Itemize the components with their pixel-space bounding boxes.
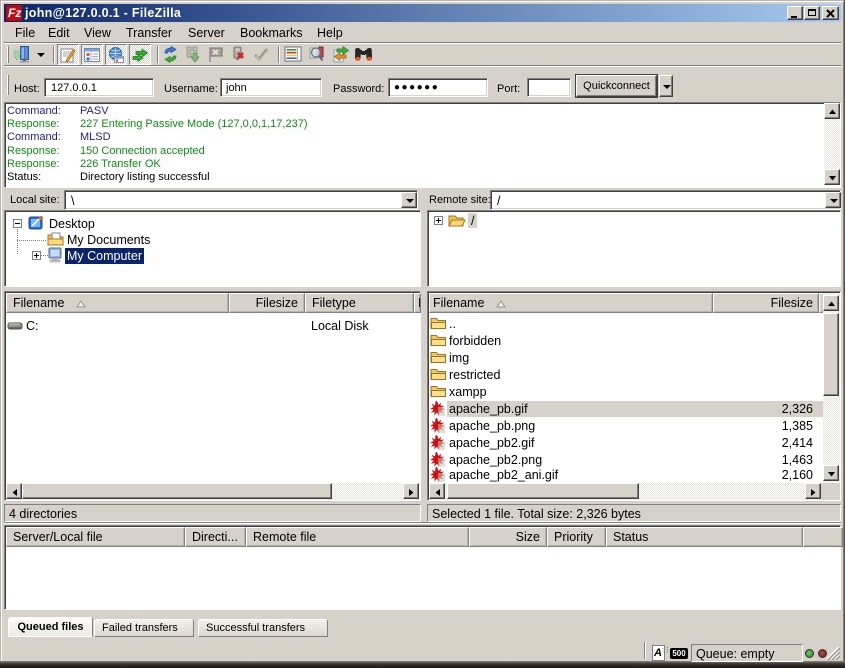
svg-text:Fz: Fz xyxy=(8,6,21,20)
